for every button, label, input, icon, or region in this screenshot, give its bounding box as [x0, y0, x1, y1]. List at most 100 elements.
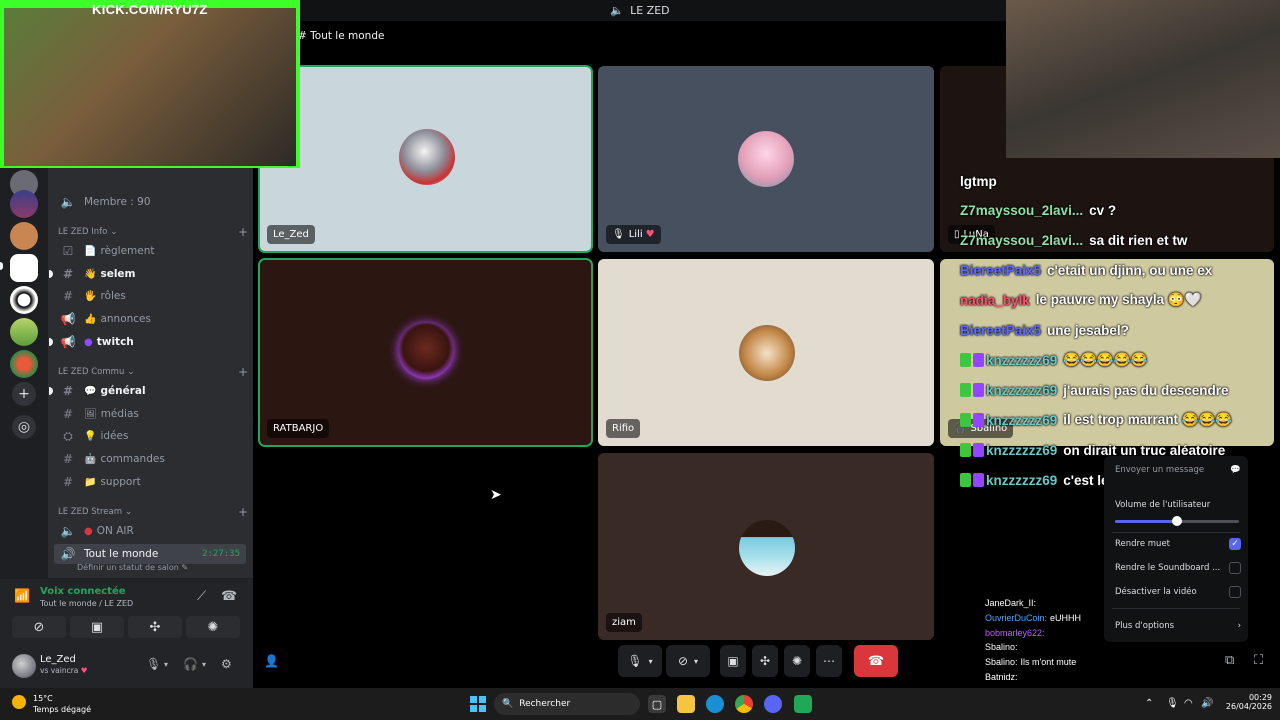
hash-icon: #	[62, 384, 74, 398]
volume-icon[interactable]: 🔊	[1201, 698, 1213, 709]
speaker-icon: 🔈	[60, 524, 76, 538]
disconnect-icon[interactable]: ☎	[221, 589, 237, 604]
chat-username: Z7mayssou_2lavi...	[960, 232, 1084, 248]
disable-video-item[interactable]: Désactiver la vidéo	[1115, 586, 1241, 598]
taskbar-clock[interactable]: 00:29 26/04/2026	[1222, 693, 1272, 711]
chevron-down-icon[interactable]: ▾	[164, 660, 168, 669]
server-icon[interactable]	[10, 286, 38, 314]
headphones-icon[interactable]: 🎧	[183, 657, 198, 671]
robot-icon: 🤖	[84, 453, 97, 465]
chevron-up-icon[interactable]: ⌃	[1145, 698, 1153, 709]
disconnect-button[interactable]: ☎	[854, 645, 898, 677]
video-tile-ratbarjo[interactable]: RATBARJO	[258, 258, 593, 447]
more-button[interactable]: ⋯	[816, 645, 842, 677]
channel-commandes[interactable]: # 🤖 commandes	[54, 449, 246, 469]
channel-general[interactable]: # 💬 général	[49, 381, 246, 401]
channel-twitch[interactable]: 📢 ● twitch	[49, 332, 246, 352]
channel-reglement[interactable]: ☑ 📄 règlement	[54, 241, 246, 261]
share-screen-button[interactable]: ▣	[720, 645, 746, 677]
discover-icon[interactable]: ◎	[12, 415, 36, 439]
camera-button[interactable]: ⊘	[12, 616, 66, 638]
category-commu[interactable]: LE ZED Commu ⌄ +	[58, 365, 248, 379]
tile-name: RATBARJO	[273, 423, 324, 434]
server-icon[interactable]	[10, 222, 38, 250]
heart-icon: ♥	[645, 229, 655, 240]
chat-line: knzzzzzz69 😂😂😂😂😂	[960, 347, 1147, 373]
chevron-down-icon[interactable]: ▾	[202, 660, 206, 669]
rules-icon: ☑	[62, 244, 74, 258]
channel-support[interactable]: # 📁 support	[54, 472, 246, 492]
category-label: LE ZED Info	[58, 227, 108, 237]
channel-annonces[interactable]: 📢 👍 annonces	[54, 309, 246, 329]
channel-idees[interactable]: ⛭ 💡 idées	[54, 426, 246, 446]
server-icon[interactable]	[10, 190, 38, 218]
channel-on-air[interactable]: 🔈 ● ON AIR	[54, 521, 246, 541]
chevron-down-icon: ▾	[648, 656, 653, 666]
channel-selem[interactable]: # 👋 selem	[49, 264, 246, 284]
checkbox[interactable]	[1229, 586, 1241, 598]
channel-roles[interactable]: # 🖐 rôles	[54, 286, 246, 306]
voice-status-title[interactable]: Voix connectée	[40, 586, 126, 597]
server-icon[interactable]	[10, 318, 38, 346]
mic-icon[interactable]: 🎙	[1166, 698, 1179, 709]
camera-toggle-button[interactable]: ⊘ ▾	[666, 645, 710, 677]
video-tile-ziam[interactable]: ziam	[598, 453, 934, 640]
soundboard-button[interactable]: ✺	[186, 616, 240, 638]
streamer-webcam-right	[1006, 0, 1280, 158]
user-name[interactable]: Le_Zed	[40, 654, 76, 665]
more-options-item[interactable]: Plus d'options ›	[1115, 621, 1241, 631]
noise-suppression-icon[interactable]: ⟋	[197, 589, 206, 604]
file-explorer-icon[interactable]	[677, 695, 695, 713]
channel-label: ON AIR	[96, 525, 134, 537]
wave-icon: 👋	[84, 268, 97, 280]
edge-icon[interactable]	[706, 695, 724, 713]
channel-label: annonces	[100, 313, 151, 325]
activities-button[interactable]: ✣	[752, 645, 778, 677]
checkbox-checked-icon[interactable]: ✓	[1229, 538, 1241, 550]
chrome-icon[interactable]	[735, 695, 753, 713]
category-stream[interactable]: LE ZED Stream ⌄ +	[58, 505, 248, 519]
server-icon[interactable]	[10, 254, 38, 282]
discord-icon[interactable]	[764, 695, 782, 713]
task-view-icon[interactable]: ▢	[648, 695, 666, 713]
channel-label: rôles	[100, 290, 126, 302]
separator	[1112, 532, 1240, 533]
add-channel-icon[interactable]: +	[238, 365, 248, 379]
invite-icon[interactable]: 👤	[264, 654, 279, 668]
channel-status-prompt[interactable]: Définir un statut de salon ✎	[77, 563, 188, 572]
send-message-item[interactable]: Envoyer un message 💬	[1115, 465, 1241, 475]
checkbox[interactable]	[1229, 562, 1241, 574]
volume-slider[interactable]	[1115, 516, 1239, 526]
video-tile-lili[interactable]: 🎙 Lili ♥	[598, 66, 934, 252]
channel-medias[interactable]: # 🖼 médias	[54, 404, 246, 424]
mute-soundboard-item[interactable]: Rendre le Soundboard ...	[1115, 562, 1241, 574]
screen-share-button[interactable]: ▣	[70, 616, 124, 638]
mute-item[interactable]: Rendre muet ✓	[1115, 538, 1241, 550]
voice-channel-path[interactable]: Tout le monde / LE ZED	[40, 599, 133, 608]
hash-icon: #	[62, 407, 74, 421]
menu-label: Volume de l'utilisateur	[1115, 500, 1211, 510]
add-channel-icon[interactable]: +	[238, 225, 248, 239]
gear-icon[interactable]: ⚙	[221, 657, 232, 671]
spotify-icon[interactable]	[794, 695, 812, 713]
fullscreen-icon[interactable]: ⛶	[1254, 653, 1263, 668]
channel-tout-le-monde[interactable]: 🔊 Tout le monde 2:27:35	[54, 544, 246, 564]
video-tile-rifio[interactable]: Rifio	[598, 259, 934, 446]
volume-knob[interactable]	[1172, 516, 1182, 526]
server-icon[interactable]	[10, 350, 38, 378]
add-channel-icon[interactable]: +	[238, 505, 248, 519]
soundboard-button[interactable]: ✺	[784, 645, 810, 677]
taskbar-search[interactable]: 🔍 Rechercher	[494, 693, 640, 715]
activity-button[interactable]: ✣	[128, 616, 182, 638]
popout-icon[interactable]: ⧉	[1225, 653, 1234, 668]
add-server-icon[interactable]: +	[12, 382, 36, 406]
category-info[interactable]: LE ZED Info ⌄ +	[58, 225, 248, 239]
avatar[interactable]	[12, 654, 36, 678]
video-tile-le-zed[interactable]: Le_Zed	[258, 65, 593, 253]
windows-start-icon[interactable]	[470, 696, 486, 712]
mic-icon: 🎙	[627, 654, 643, 668]
mic-toggle-button[interactable]: 🎙 ▾	[618, 645, 662, 677]
wifi-icon[interactable]: ◠	[1184, 698, 1193, 709]
mic-icon[interactable]: 🎙	[146, 657, 161, 671]
channel-label: commandes	[100, 453, 165, 465]
